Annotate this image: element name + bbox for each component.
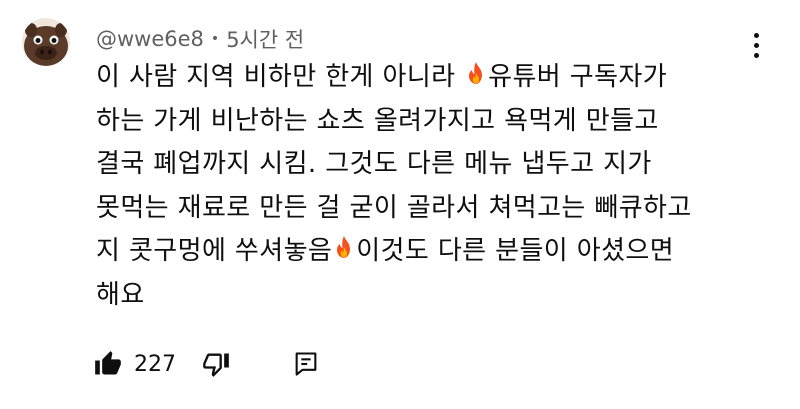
comment-text-segment: 하는 가게 비난하는 쇼츠 올려가지고 욕먹게 만들고 — [96, 105, 659, 136]
fire-emoji-icon — [337, 236, 351, 258]
comment-line: 지 콧구멍에 쑤셔놓음 이것도 다른 분들이 아셨으면 — [96, 230, 756, 274]
comment-header: @wwe6e8 • 5시간 전 — [96, 24, 304, 54]
comment-text-segment: 이 사람 지역 비하만 한게 아니라 — [96, 62, 465, 92]
comment-text-segment: 지 콧구멍에 쑤셔놓음 — [96, 236, 333, 266]
author-name[interactable]: @wwe6e8 — [96, 27, 204, 51]
timestamp[interactable]: 5시간 전 — [226, 24, 304, 54]
comment-text-segment: 해요 — [96, 279, 145, 310]
comment-text-segment: 결국 폐업까지 시킴. 그것도 다른 메뉴 냅두고 지가 — [96, 149, 652, 179]
comment-text: 이 사람 지역 비하만 한게 아니라 유튜버 구독자가하는 가게 비난하는 쇼츠… — [96, 56, 756, 317]
reply-comment-icon — [295, 352, 317, 376]
comment-text-segment: 이것도 다른 분들이 아셨으면 — [356, 236, 675, 266]
comment-card: @wwe6e8 • 5시간 전 이 사람 지역 비하만 한게 아니라 유튜버 구… — [0, 0, 800, 409]
like-count: 227 — [134, 351, 176, 377]
comment-line: 못먹는 재료로 만든 걸 굳이 골라서 쳐먹고는 빼큐하고 — [96, 187, 756, 231]
fire-emoji-icon — [469, 62, 483, 84]
comment-line: 결국 폐업까지 시킴. 그것도 다른 메뉴 냅두고 지가 — [96, 143, 756, 187]
thumbs-up-icon — [95, 351, 121, 375]
avatar[interactable] — [22, 18, 70, 66]
avatar-image — [22, 18, 70, 66]
comment-line: 하는 가게 비난하는 쇼츠 올려가지고 욕먹게 만들고 — [96, 100, 756, 144]
comment-text-segment: 못먹는 재료로 만든 걸 굳이 골라서 쳐먹고는 빼큐하고 — [96, 192, 692, 223]
header-separator: • — [210, 31, 220, 47]
dislike-button[interactable] — [202, 350, 230, 378]
comment-line: 해요 — [96, 274, 756, 318]
comment-line: 이 사람 지역 비하만 한게 아니라 유튜버 구독자가 — [96, 56, 756, 100]
like-button[interactable]: 227 — [94, 350, 176, 378]
reply-button[interactable] — [292, 350, 320, 378]
more-vertical-icon — [753, 32, 759, 38]
comment-actions: 227 — [94, 344, 320, 384]
thumbs-down-icon — [203, 353, 229, 377]
comment-text-segment: 유튜버 구독자가 — [488, 62, 668, 92]
